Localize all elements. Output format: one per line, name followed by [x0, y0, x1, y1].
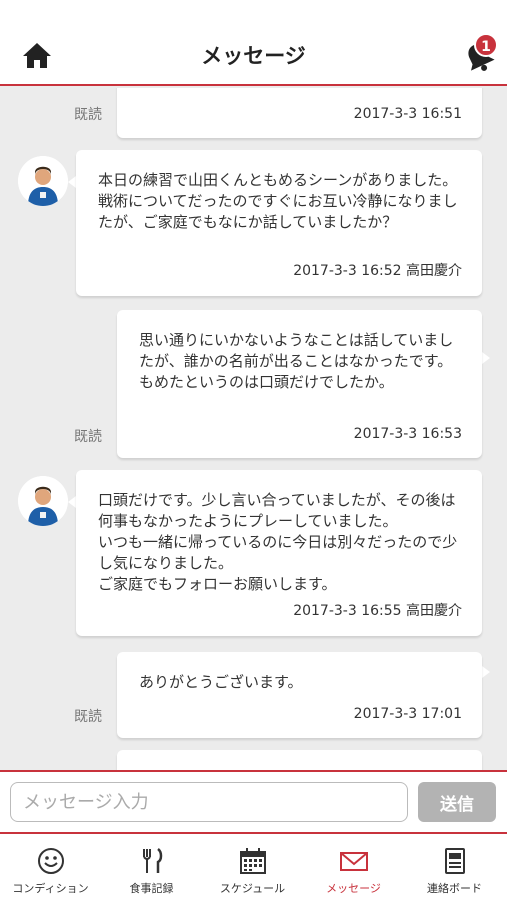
tab-schedule[interactable]: スケジュール [202, 834, 303, 900]
tab-condition[interactable]: コンディション [0, 834, 101, 900]
message-bubble-sent: ありがとうございます。 2017-3-3 17:01 [117, 652, 482, 738]
message-list[interactable]: 既読 2017-3-3 16:51 本日の練習で山田くんともめるシーンがありまし… [0, 88, 507, 770]
coach-avatar [18, 476, 68, 526]
read-indicator: 既読 [74, 429, 102, 445]
tab-label: コンディション [12, 882, 89, 895]
message-meta: 2017-3-3 16:51 [353, 106, 462, 122]
message-bubble-sent [117, 750, 482, 770]
message-bubble-received: 口頭だけです。少し言い合っていましたが、その後は何事もなかったようにプレーしてい… [76, 470, 482, 636]
message-bubble-received: 本日の練習で山田くんともめるシーンがありました。戦術についてだったのですぐにお互… [76, 150, 482, 296]
message-meta: 2017-3-3 16:52 高田慶介 [293, 263, 462, 279]
message-meta: 2017-3-3 16:53 [353, 426, 462, 442]
bubble-tail [482, 666, 490, 678]
calendar-icon [240, 848, 266, 874]
message-text: 本日の練習で山田くんともめるシーンがありました。戦術についてだったのですぐにお互… [98, 171, 458, 231]
tab-contact-board[interactable]: 連絡ボード [404, 834, 505, 900]
message-text: 口頭だけです。少し言い合っていましたが、その後は何事もなかったようにプレーしてい… [98, 491, 458, 593]
composer-bar: 送信 [0, 770, 507, 834]
tab-label: メッセージ [326, 882, 381, 895]
bubble-tail [482, 352, 490, 364]
message-bubble-sent: 思い通りにいかないようなことは話していましたが、誰かの名前が出ることはなかったで… [117, 310, 482, 458]
message-input[interactable] [10, 782, 408, 822]
fork-knife-icon [143, 848, 163, 873]
tab-label: 食事記録 [129, 882, 174, 895]
message-meta: 2017-3-3 17:01 [353, 706, 462, 722]
message-bubble-sent: 2017-3-3 16:51 [117, 88, 482, 138]
tab-meal-record[interactable]: 食事記録 [101, 834, 202, 900]
notification-badge: 1 [474, 33, 498, 57]
page-title: メッセージ [201, 44, 306, 68]
app-header: メッセージ 1 [0, 0, 507, 86]
message-text: ありがとうございます。 [139, 673, 303, 691]
bubble-tail [68, 496, 76, 508]
message-meta: 2017-3-3 16:55 高田慶介 [293, 603, 462, 619]
coach-avatar [18, 156, 68, 206]
send-button[interactable]: 送信 [418, 782, 496, 822]
tab-label: スケジュール [219, 882, 286, 895]
read-indicator: 既読 [74, 107, 102, 123]
smiley-icon [38, 848, 64, 874]
envelope-icon [340, 852, 368, 871]
message-text: 思い通りにいかないようなことは話していましたが、誰かの名前が出ることはなかったで… [139, 331, 454, 391]
board-icon [445, 848, 465, 874]
bottom-tab-bar: コンディション 食事記録 スケジュール メッセージ 連絡ボード [0, 834, 507, 900]
tab-label: 連絡ボード [427, 882, 482, 895]
bubble-tail [68, 176, 76, 188]
tab-messages[interactable]: メッセージ [303, 834, 404, 900]
read-indicator: 既読 [74, 709, 102, 725]
